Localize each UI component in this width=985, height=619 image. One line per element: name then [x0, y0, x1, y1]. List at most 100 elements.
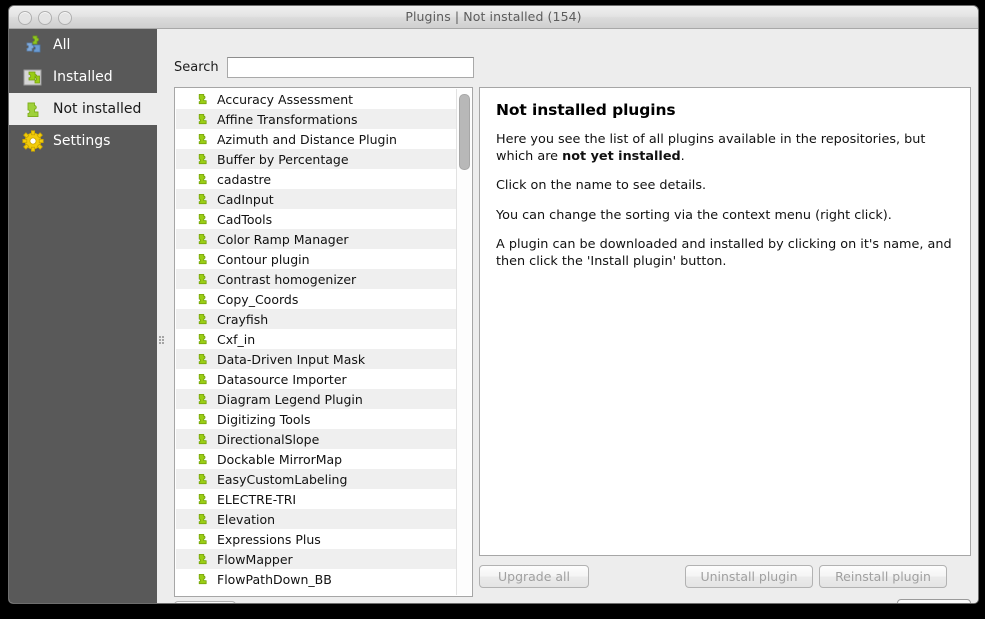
detail-title: Not installed plugins	[496, 101, 954, 119]
puzzle-piece-icon	[196, 472, 211, 487]
sidebar-item-label: Not installed	[53, 101, 141, 117]
plugin-name-label: Copy_Coords	[217, 292, 298, 307]
puzzle-piece-icon	[196, 372, 211, 387]
plugin-list-item[interactable]: Buffer by Percentage	[176, 149, 459, 169]
plugin-list-item[interactable]: Contour plugin	[176, 249, 459, 269]
sidebar-item-all[interactable]: All	[9, 29, 157, 61]
plugin-list-item[interactable]: Datasource Importer	[176, 369, 459, 389]
plugin-name-label: Digitizing Tools	[217, 412, 311, 427]
splitter-grip-icon	[159, 336, 165, 345]
plugin-list-item[interactable]: CadTools	[176, 209, 459, 229]
plugin-list-item[interactable]: EasyCustomLabeling	[176, 469, 459, 489]
plugin-name-label: Azimuth and Distance Plugin	[217, 132, 397, 147]
search-row: Search	[174, 57, 474, 78]
title-bar: Plugins | Not installed (154)	[9, 6, 978, 29]
puzzle-piece-icon	[196, 572, 211, 587]
sidebar-item-label: All	[53, 37, 70, 53]
puzzle-piece-icon	[196, 232, 211, 247]
sidebar-item-label: Installed	[53, 69, 113, 85]
puzzle-piece-icon	[196, 352, 211, 367]
left-splitter[interactable]	[157, 29, 167, 604]
upgrade-all-button[interactable]: Upgrade all	[479, 565, 589, 588]
puzzle-installed-icon	[22, 66, 44, 88]
scrollbar-thumb[interactable]	[459, 94, 470, 170]
puzzle-piece-icon	[196, 512, 211, 527]
puzzle-piece-icon	[196, 92, 211, 107]
sidebar-item-settings[interactable]: Settings	[9, 125, 157, 157]
detail-paragraph-1-tail: .	[681, 149, 685, 164]
search-label: Search	[174, 60, 219, 75]
puzzle-piece-icon	[196, 432, 211, 447]
puzzle-piece-icon	[196, 172, 211, 187]
plugin-list-item[interactable]: Expressions Plus	[176, 529, 459, 549]
plugin-list-item[interactable]: ELECTRE-TRI	[176, 489, 459, 509]
plugin-name-label: EasyCustomLabeling	[217, 472, 347, 487]
sidebar-item-label: Settings	[53, 133, 110, 149]
plugin-list-item[interactable]: Affine Transformations	[176, 109, 459, 129]
plugin-name-label: DirectionalSlope	[217, 432, 319, 447]
window-title: Plugins | Not installed (154)	[9, 9, 978, 24]
reinstall-plugin-button[interactable]: Reinstall plugin	[819, 565, 947, 588]
gear-icon	[22, 130, 44, 152]
plugin-list-scrollpane: Accuracy Assessment Affine Transformation…	[176, 89, 459, 595]
plugin-name-label: FlowPathDown_BB	[217, 572, 332, 587]
detail-paragraph-3: You can change the sorting via the conte…	[496, 208, 954, 225]
plugin-list-item[interactable]: Cxf_in	[176, 329, 459, 349]
plugin-list-item[interactable]: Contrast homogenizer	[176, 269, 459, 289]
puzzle-piece-icon	[196, 292, 211, 307]
plugin-list-item[interactable]: FlowMapper	[176, 549, 459, 569]
detail-paragraph-1: Here you see the list of all plugins ava…	[496, 132, 954, 165]
puzzle-piece-icon	[196, 532, 211, 547]
plugin-list-item[interactable]: Crayfish	[176, 309, 459, 329]
plugin-list-item[interactable]: Azimuth and Distance Plugin	[176, 129, 459, 149]
plugin-list-item[interactable]: Data-Driven Input Mask	[176, 349, 459, 369]
plugin-list-item[interactable]: FlowPathDown_BB	[176, 569, 459, 589]
puzzle-piece-icon	[196, 112, 211, 127]
window-body: All Installed Not inst	[9, 29, 978, 604]
puzzle-piece-icon	[196, 312, 211, 327]
plugin-name-label: Accuracy Assessment	[217, 92, 353, 107]
plugin-name-label: CadInput	[217, 192, 274, 207]
sidebar-item-installed[interactable]: Installed	[9, 61, 157, 93]
plugin-name-label: Diagram Legend Plugin	[217, 392, 363, 407]
plugin-list-item[interactable]: cadastre	[176, 169, 459, 189]
puzzle-piece-icon	[196, 552, 211, 567]
plugin-list-scrollbar[interactable]	[456, 89, 471, 595]
puzzle-piece-icon	[196, 392, 211, 407]
close-button[interactable]: Close	[897, 599, 971, 604]
puzzle-piece-icon	[196, 252, 211, 267]
plugin-list-item[interactable]: Color Ramp Manager	[176, 229, 459, 249]
puzzle-piece-icon	[196, 412, 211, 427]
detail-panel: Not installed plugins Here you see the l…	[479, 87, 971, 556]
plugin-list-item[interactable]: DirectionalSlope	[176, 429, 459, 449]
detail-paragraph-4: A plugin can be downloaded and installed…	[496, 237, 954, 270]
plugin-list-item[interactable]: CadInput	[176, 189, 459, 209]
plugin-name-label: ELECTRE-TRI	[217, 492, 296, 507]
puzzle-piece-icon	[196, 192, 211, 207]
plugin-name-label: Affine Transformations	[217, 112, 358, 127]
detail-paragraph-2: Click on the name to see details.	[496, 178, 954, 195]
uninstall-plugin-button[interactable]: Uninstall plugin	[685, 565, 813, 588]
plugin-name-label: Data-Driven Input Mask	[217, 352, 365, 367]
plugin-name-label: Dockable MirrorMap	[217, 452, 342, 467]
detail-bold-phrase: not yet installed	[562, 149, 681, 164]
plugin-name-label: Contrast homogenizer	[217, 272, 356, 287]
plugin-name-label: Elevation	[217, 512, 275, 527]
search-input[interactable]	[227, 57, 474, 78]
plugin-list-item[interactable]: Copy_Coords	[176, 289, 459, 309]
plugin-list-item[interactable]: Accuracy Assessment	[176, 89, 459, 109]
plugin-list[interactable]: Accuracy Assessment Affine Transformation…	[174, 87, 473, 597]
plugin-name-label: FlowMapper	[217, 552, 293, 567]
detail-paragraph-1-head: Here you see the list of all plugins ava…	[496, 132, 925, 164]
plugin-list-item[interactable]: Dockable MirrorMap	[176, 449, 459, 469]
puzzle-piece-icon	[196, 452, 211, 467]
plugin-name-label: Datasource Importer	[217, 372, 347, 387]
puzzle-piece-icon	[196, 152, 211, 167]
plugin-name-label: Expressions Plus	[217, 532, 321, 547]
plugin-list-item[interactable]: Elevation	[176, 509, 459, 529]
help-button[interactable]: Help	[174, 601, 236, 604]
plugin-list-item[interactable]: Diagram Legend Plugin	[176, 389, 459, 409]
sidebar-item-not-installed[interactable]: Not installed	[9, 93, 157, 125]
plugin-list-item[interactable]: Digitizing Tools	[176, 409, 459, 429]
plugin-list-column: Search Accuracy Assessment Affine Transfo…	[167, 29, 474, 604]
